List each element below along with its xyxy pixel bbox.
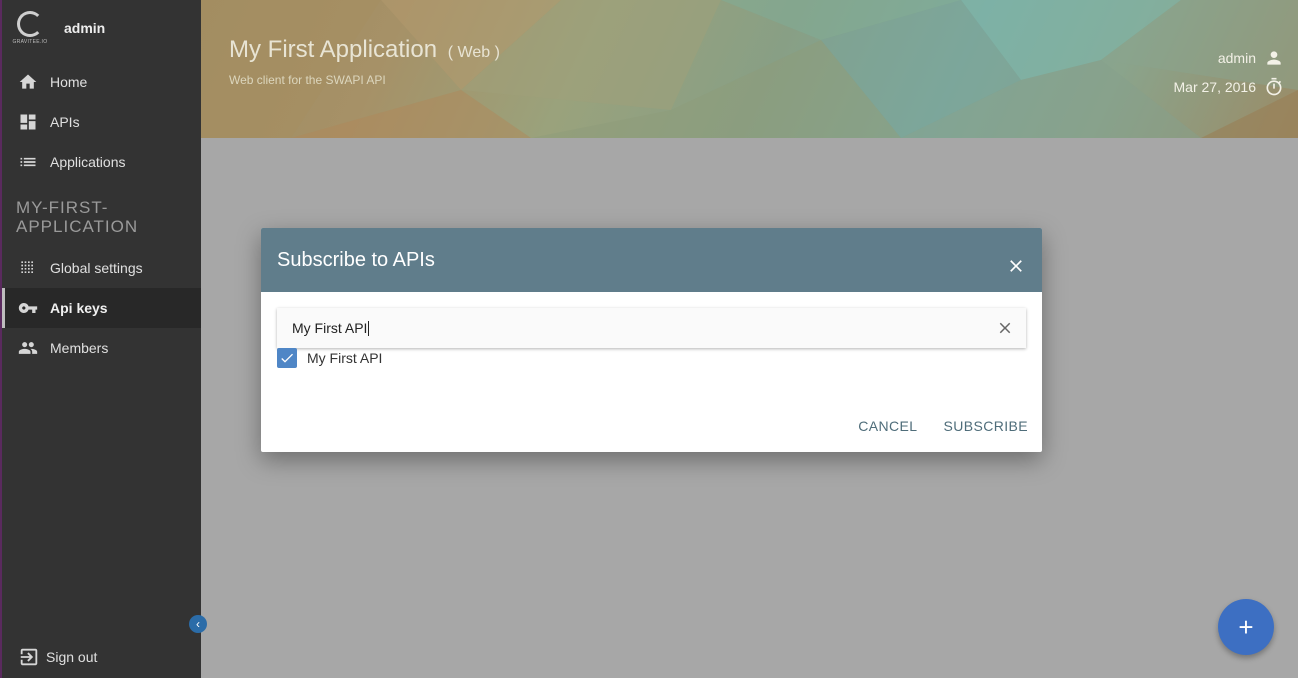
person-icon [1267, 51, 1281, 65]
logo-text: GRAVITEE.IO [12, 39, 48, 45]
api-result-item[interactable]: My First API [277, 348, 382, 368]
cancel-button[interactable]: CANCEL [858, 418, 917, 434]
application-name: My First Application [229, 36, 438, 63]
logo-mark-icon [17, 11, 43, 37]
clear-search-button[interactable] [996, 319, 1014, 337]
dashboard-icon [20, 114, 36, 130]
application-section-title: MY-FIRST-APPLICATION [16, 198, 139, 236]
api-result-label: My First API [307, 350, 383, 366]
nav-item-label: Home [50, 74, 88, 90]
nav-item-applications[interactable]: Applications [2, 142, 201, 182]
header-owner-name: admin [1217, 50, 1256, 66]
nav-item-apis[interactable]: APIs [2, 102, 201, 142]
nav-item-global-settings[interactable]: Global settings [2, 248, 201, 288]
nav-item-label: Api keys [50, 300, 108, 316]
people-icon [18, 342, 38, 354]
timer-icon [1266, 77, 1282, 96]
add-subscription-button[interactable]: + [1218, 599, 1274, 655]
grid-icon [21, 261, 33, 273]
dialog-actions: CANCEL SUBSCRIBE [858, 418, 1028, 434]
application-title: My First Application ( Web ) [229, 36, 500, 64]
sign-out-button[interactable]: Sign out [18, 646, 97, 668]
nav-item-label: Members [50, 340, 109, 356]
nav-item-label: APIs [50, 114, 80, 130]
key-icon [18, 303, 38, 313]
application-description: Web client for the SWAPI API [229, 73, 386, 87]
header-created-date: Mar 27, 2016 [1174, 77, 1285, 97]
api-search-input[interactable]: My First API [277, 308, 1026, 348]
sign-out-label: Sign out [46, 649, 98, 665]
header-date-text: Mar 27, 2016 [1173, 79, 1257, 95]
sign-out-icon [20, 648, 38, 666]
subscribe-dialog: Subscribe to APIs My First API My First … [261, 228, 1042, 452]
api-checkbox[interactable] [277, 348, 297, 368]
nav-item-label: Global settings [50, 260, 143, 276]
app-header: My First Application ( Web ) Web client … [201, 0, 1298, 138]
application-type: ( Web ) [447, 44, 500, 61]
checkmark-icon [281, 353, 293, 363]
dialog-title: Subscribe to APIs [277, 248, 435, 271]
clear-icon [999, 322, 1011, 334]
header-background-pattern [201, 0, 1298, 138]
dialog-header: Subscribe to APIs [261, 228, 1042, 292]
nav-item-api-keys[interactable]: Api keys [2, 288, 201, 328]
collapse-sidebar-button[interactable]: ‹ [189, 615, 207, 633]
dialog-close-button[interactable] [1006, 256, 1026, 276]
header-owner: admin [1218, 48, 1284, 68]
application-nav: Global settings Api keys Members [2, 248, 201, 368]
close-icon [1010, 260, 1022, 272]
gravitee-logo[interactable]: GRAVITEE.IO [10, 6, 50, 50]
subscribe-button[interactable]: SUBSCRIBE [943, 418, 1028, 434]
text-caret [368, 320, 370, 336]
sidebar-username: admin [64, 20, 106, 36]
brand: GRAVITEE.IO admin [2, 0, 201, 56]
main-nav: Home APIs Applications [2, 62, 201, 182]
nav-item-home[interactable]: Home [2, 62, 201, 102]
sidebar: GRAVITEE.IO admin Home APIs Applications… [0, 0, 201, 678]
api-search-value: My First API [292, 320, 368, 336]
nav-item-members[interactable]: Members [2, 328, 201, 368]
list-icon [20, 157, 36, 167]
home-icon [19, 74, 37, 89]
nav-item-label: Applications [50, 154, 126, 170]
